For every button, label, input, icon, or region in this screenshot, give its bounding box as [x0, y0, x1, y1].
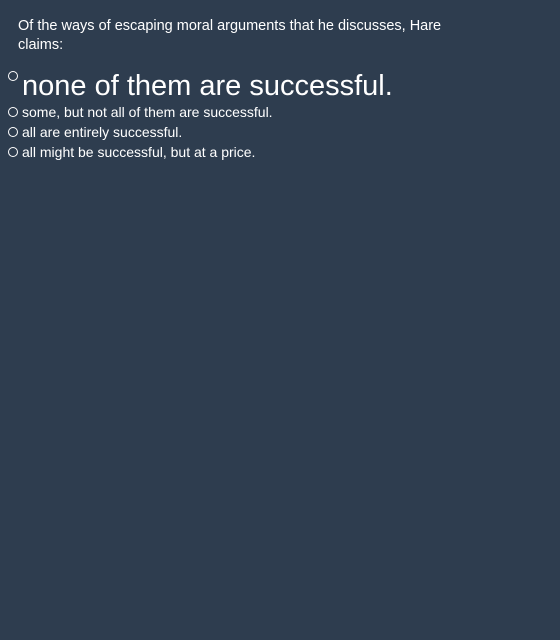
question-text: Of the ways of escaping moral arguments …: [18, 18, 442, 53]
radio-button-4[interactable]: [8, 147, 18, 157]
radio-button-3[interactable]: [8, 127, 18, 137]
option-1-label: none of them are successful.: [22, 70, 393, 102]
option-4-label: all might be successful, but at a price.: [22, 144, 256, 160]
option-2-label: some, but not all of them are successful…: [22, 104, 273, 120]
radio-button-1[interactable]: [8, 71, 18, 81]
option-2[interactable]: some, but not all of them are successful…: [8, 102, 548, 122]
radio-button-2[interactable]: [8, 107, 18, 117]
option-3[interactable]: all are entirely successful.: [8, 122, 548, 142]
option-3-label: all are entirely successful.: [22, 124, 183, 140]
option-4[interactable]: all might be successful, but at a price.: [8, 142, 548, 162]
answer-options: none of them are successful. some, but n…: [8, 67, 548, 162]
option-1[interactable]: none of them are successful.: [8, 67, 548, 102]
